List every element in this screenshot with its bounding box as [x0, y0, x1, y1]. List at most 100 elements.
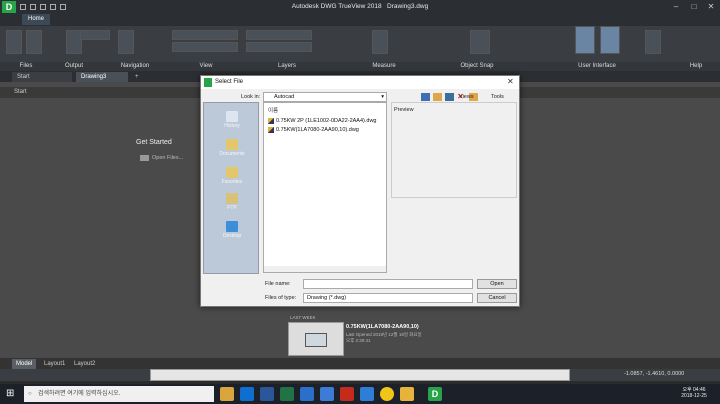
place-favorites[interactable]: Favorites — [204, 167, 260, 185]
place-favorites-label: Favorites — [221, 179, 243, 185]
batch-plot-button[interactable] — [80, 30, 110, 40]
visual-style-select[interactable] — [172, 30, 238, 40]
views-menu[interactable]: Views — [459, 94, 474, 100]
view-select[interactable] — [172, 42, 238, 52]
list-item[interactable]: 0.75KW 2P (1LE1002-0DA22-2AA4).dwg — [268, 117, 377, 125]
layer-state-select[interactable] — [246, 42, 312, 52]
file-name-input[interactable] — [303, 279, 473, 289]
minimize-icon[interactable]: – — [670, 2, 682, 12]
favorites-icon — [226, 167, 238, 178]
panel-measure: Measure — [372, 63, 396, 69]
open-button[interactable]: Open — [477, 279, 517, 289]
clock[interactable]: 오후 04:46 2018-12-25 — [676, 386, 712, 399]
open-files-label: Open Files... — [152, 155, 184, 161]
dialog-close-icon[interactable]: ✕ — [507, 77, 514, 86]
panel-output: Output — [64, 63, 83, 69]
excel-icon[interactable] — [280, 387, 294, 401]
dialog-title-bar: Select File ✕ — [201, 76, 519, 89]
place-ftp-label: FTP — [227, 205, 237, 211]
preview-pane: Preview — [391, 102, 517, 198]
workspace-button[interactable] — [600, 26, 620, 54]
documents-icon — [226, 139, 238, 150]
dialog-title: Select File — [215, 79, 244, 85]
app-title: Autodesk DWG TrueView 2018 — [291, 3, 382, 10]
horizontal-scrollbar[interactable] — [264, 266, 386, 272]
tab-model[interactable]: Model — [12, 359, 37, 369]
object-snap-button[interactable] — [470, 30, 490, 54]
tab-layout2[interactable]: Layout2 — [70, 359, 99, 369]
panel-object-snap: Object Snap — [460, 63, 494, 69]
place-documents[interactable]: Documents — [204, 139, 260, 157]
file-name: 0.75KW 2P (1LE1002-0DA22-2AA4).dwg — [276, 118, 377, 124]
window-title: Autodesk DWG TrueView 2018 Drawing3.dwg — [0, 3, 720, 10]
chrome-icon[interactable] — [380, 387, 394, 401]
open-button[interactable] — [6, 30, 22, 54]
user-interface-button[interactable] — [575, 26, 595, 54]
file-explorer-icon[interactable] — [220, 387, 234, 401]
help-button[interactable] — [645, 30, 661, 54]
file-list: 이름 0.75KW 2P (1LE1002-0DA22-2AA4).dwg 0.… — [263, 102, 387, 273]
history-icon — [226, 111, 238, 122]
clock-date: 2018-12-25 — [681, 393, 707, 399]
notes-icon[interactable] — [400, 387, 414, 401]
measure-button[interactable] — [372, 30, 388, 54]
back-icon[interactable] — [421, 93, 430, 101]
place-history-label: History — [224, 123, 240, 129]
command-line[interactable] — [150, 369, 570, 381]
cancel-button[interactable]: Cancel — [477, 293, 517, 303]
look-in-label: Look in: — [241, 94, 261, 100]
preview-label: Preview — [394, 107, 414, 113]
dwg-trueview-icon[interactable]: D — [428, 387, 442, 401]
tools-menu[interactable]: Tools — [491, 94, 504, 100]
windows-start-icon[interactable]: ⊞ — [6, 388, 14, 400]
edge-icon[interactable] — [240, 387, 254, 401]
export-button[interactable] — [26, 30, 42, 54]
add-tab-button[interactable]: + — [130, 72, 142, 82]
tab-start[interactable]: Start — [12, 72, 72, 82]
maximize-icon[interactable]: □ — [688, 2, 700, 12]
list-item[interactable]: 0.75KW(1LA7080-2AA90,10).dwg — [268, 126, 359, 134]
dwg-file-icon — [268, 127, 274, 133]
app-red-icon[interactable] — [340, 387, 354, 401]
places-list: History Documents Favorites FTP Desktop — [203, 102, 259, 274]
tab-home[interactable]: Home — [22, 14, 50, 25]
tab-drawing3[interactable]: Drawing3 — [76, 72, 128, 82]
desktop-icon — [226, 221, 238, 232]
recent-thumbnail[interactable] — [288, 322, 344, 356]
panel-layers: Layers — [277, 63, 296, 69]
folder-icon — [140, 155, 149, 161]
select-file-dialog: Select File ✕ Look in: Autocad ▾ ✕ Views… — [200, 75, 520, 307]
ribbon-tab-row — [0, 14, 720, 26]
files-of-type-label: Files of type: — [265, 295, 297, 301]
search-icon: ○ — [28, 391, 32, 397]
recent-file-name[interactable]: 0.75KW(1LA7080-2AA90,10) — [346, 324, 419, 330]
panel-user-interface: User Interface — [578, 63, 616, 69]
app-blue-icon[interactable] — [360, 387, 374, 401]
layer-select[interactable] — [246, 30, 312, 40]
place-ftp[interactable]: FTP — [204, 193, 260, 211]
ftp-icon — [226, 193, 238, 204]
ribbon — [0, 26, 720, 62]
close-icon[interactable]: ✕ — [705, 2, 717, 12]
name-column-header[interactable]: 이름 — [268, 106, 278, 114]
pan-button[interactable] — [118, 30, 134, 54]
place-history[interactable]: History — [204, 111, 260, 129]
place-desktop[interactable]: Desktop — [204, 221, 260, 239]
get-started-heading: Get Started — [136, 139, 172, 146]
drawing-preview-icon — [305, 333, 327, 347]
panel-files: Files — [19, 63, 33, 69]
app-icon[interactable] — [320, 387, 334, 401]
outlook-icon[interactable] — [300, 387, 314, 401]
tab-layout1[interactable]: Layout1 — [40, 359, 69, 369]
files-of-type-select[interactable]: Drawing (*.dwg) — [303, 293, 473, 303]
last-week-label: LAST WEEK — [290, 315, 316, 320]
up-folder-icon[interactable] — [433, 93, 442, 101]
open-files-link[interactable]: Open Files... — [140, 155, 183, 161]
search-placeholder: 검색하려면 여기에 입력하십시오. — [38, 391, 121, 397]
panel-help: Help — [689, 63, 703, 69]
search-web-icon[interactable] — [445, 93, 454, 101]
taskbar-search-input[interactable]: ○ 검색하려면 여기에 입력하십시오. — [24, 386, 214, 402]
word-icon[interactable] — [260, 387, 274, 401]
look-in-select[interactable]: Autocad ▾ — [263, 92, 387, 102]
look-in-value: Autocad — [274, 94, 295, 100]
